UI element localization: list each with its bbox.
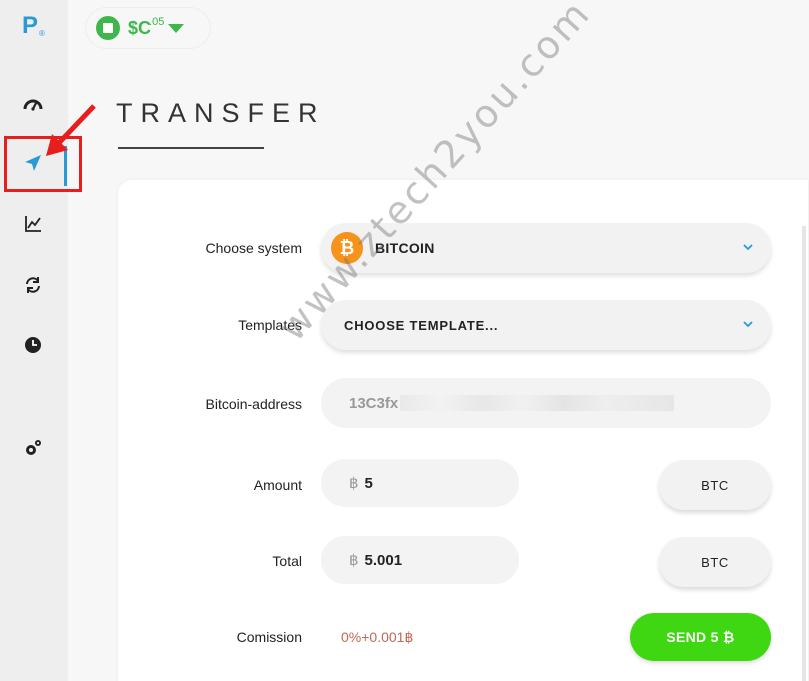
total-value: 5.001 [364, 551, 403, 569]
bitcoin-icon: ₿ [331, 232, 363, 264]
amount-unit-button[interactable]: BTC [659, 460, 771, 510]
chevron-down-icon [743, 321, 753, 328]
wallet-square-icon [96, 16, 120, 40]
baht-currency-icon: ฿ [349, 552, 359, 569]
commission-value: 0%+0.001฿ [341, 629, 414, 645]
send-button[interactable]: SEND 5 ₿ [630, 613, 771, 661]
bitcoin-address-input[interactable]: 13C3fx [321, 378, 771, 428]
system-select[interactable]: ₿ BITCOIN [321, 223, 771, 273]
settings-gear-icon[interactable] [22, 437, 44, 459]
amount-value: 5 [364, 474, 373, 492]
page-title: TRANSFER [116, 98, 326, 128]
title-underline [118, 147, 264, 149]
total-input[interactable]: ฿ 5.001 [321, 536, 519, 584]
sidebar: P® [0, 0, 68, 681]
history-clock-icon[interactable] [22, 334, 44, 356]
balance-decimals: .05 [149, 16, 165, 28]
caret-down-icon [168, 23, 185, 33]
bitcoin-address-label: Bitcoin-address [205, 396, 303, 412]
app-logo[interactable]: P® [22, 12, 45, 40]
choose-system-label: Choose system [205, 240, 302, 256]
baht-currency-icon: ฿ [349, 475, 359, 492]
total-label: Total [272, 553, 302, 569]
amount-label: Amount [253, 477, 302, 493]
balance-dropdown[interactable]: $C .05 [86, 8, 210, 48]
annotation-highlight-box [4, 136, 82, 192]
amount-input[interactable]: ฿ 5 [321, 459, 519, 507]
scrollbar-track[interactable] [802, 226, 806, 681]
commission-label: Comission [236, 629, 302, 645]
address-blur-redaction [400, 395, 675, 411]
chevron-down-icon [743, 244, 753, 251]
templates-select-value: CHOOSE TEMPLATE... [344, 317, 499, 333]
exchange-cycle-icon[interactable] [22, 274, 44, 296]
templates-label: Templates [238, 317, 302, 333]
templates-select[interactable]: CHOOSE TEMPLATE... [321, 300, 771, 350]
system-select-value: BITCOIN [375, 240, 435, 256]
bitcoin-address-value: 13C3fx [349, 394, 399, 412]
total-unit-button[interactable]: BTC [659, 537, 771, 587]
stats-chart-icon[interactable] [22, 213, 44, 235]
balance-amount: $C [128, 17, 152, 38]
dashboard-gauge-icon[interactable] [22, 94, 44, 116]
